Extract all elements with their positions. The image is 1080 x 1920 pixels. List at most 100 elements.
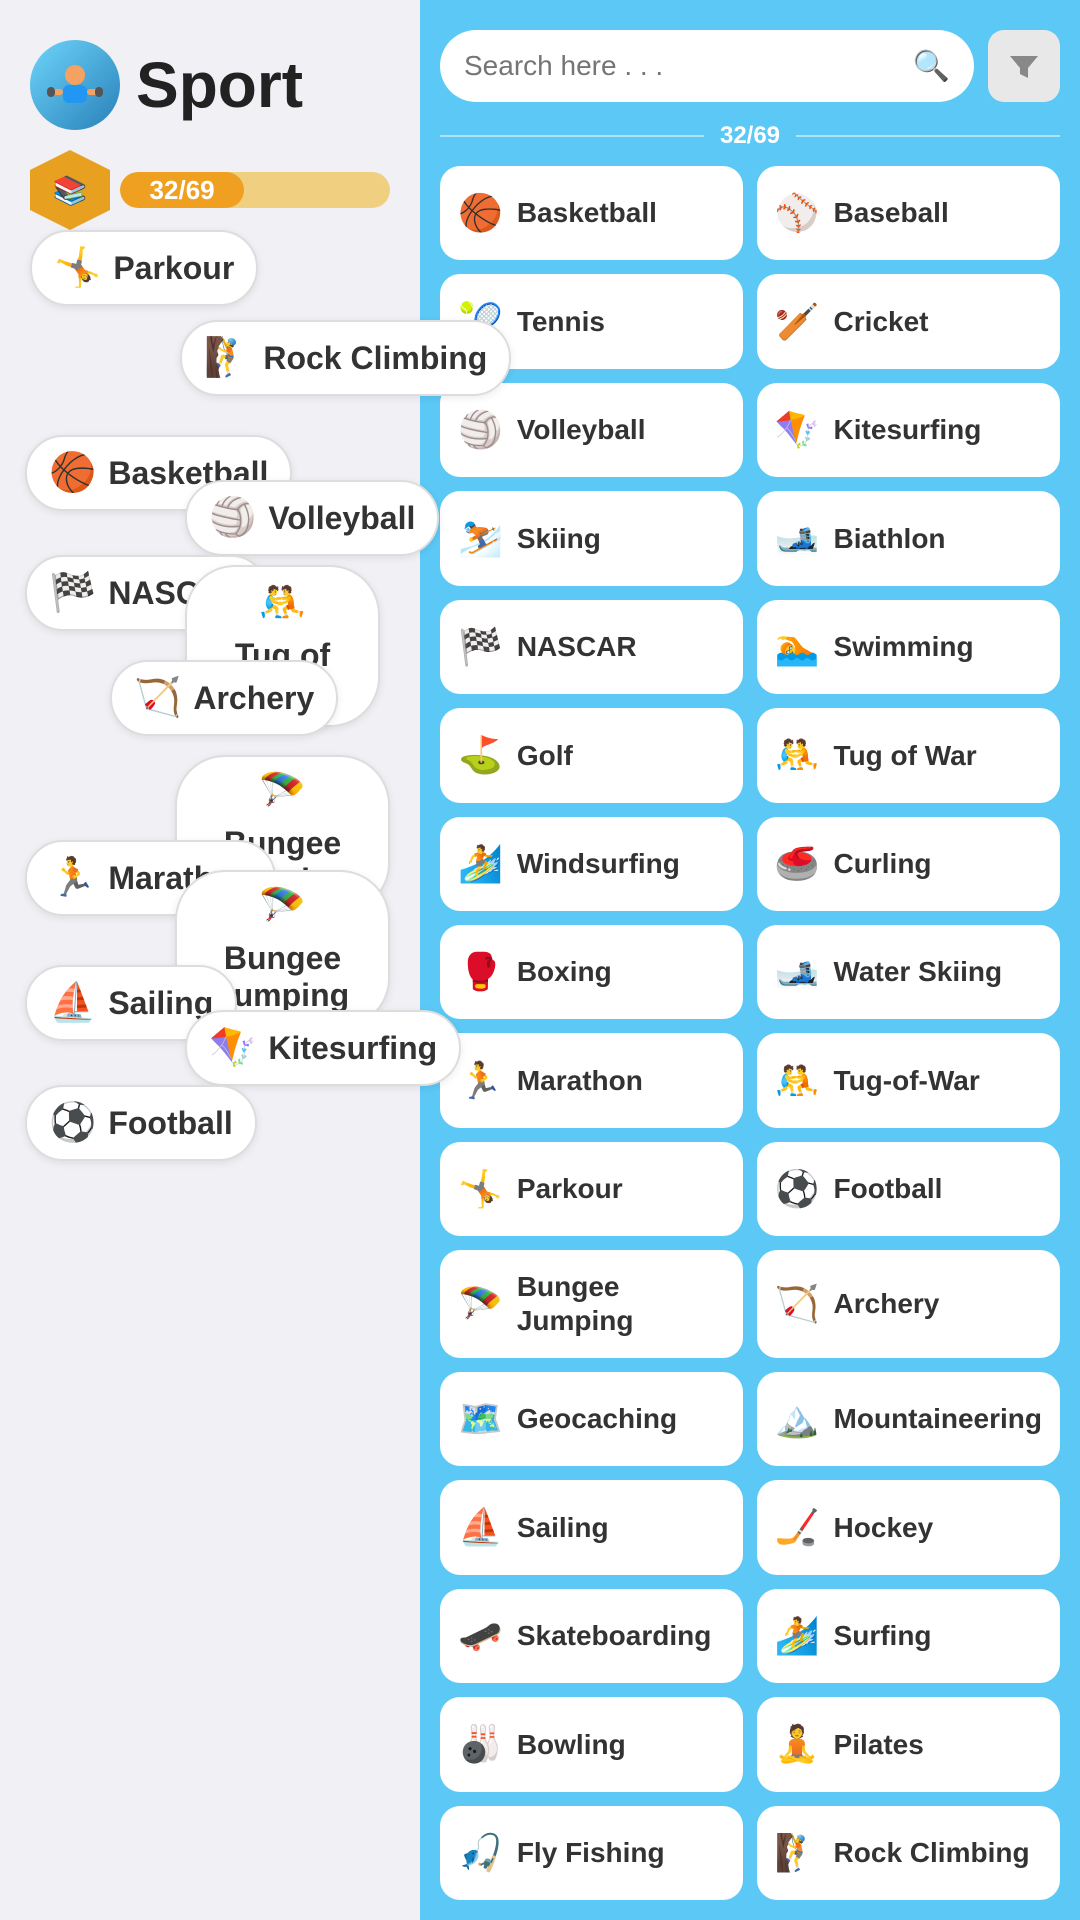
grid-item-cricket[interactable]: 🏏 Cricket [757,274,1060,368]
search-icon: 🔍 [913,49,950,84]
filter-button[interactable] [988,30,1060,102]
word-rock-climbing[interactable]: 🧗 Rock Climbing [180,320,511,396]
grid-item-mountaineering[interactable]: 🏔️ Mountaineering [757,1372,1060,1466]
grid-item-tug-of-war2[interactable]: 🤼 Tug-of-War [757,1033,1060,1127]
archery-label: Archery [834,1287,940,1321]
parkour-icon: 🤸 [54,246,101,290]
football-label: Football [834,1172,943,1206]
tug-of-war-icon: 🤼 [775,734,820,776]
bowling-icon: 🎳 [458,1723,503,1765]
cricket-label: Cricket [834,305,929,339]
rock-climbing-icon: 🧗 [204,336,251,380]
swimming-label: Swimming [834,630,974,664]
kitesurfing-label: Kitesurfing [834,413,982,447]
golf-icon: ⛳ [458,734,503,776]
grid-item-windsurfing[interactable]: 🏄 Windsurfing [440,817,743,911]
marathon-label: Marathon [517,1064,643,1098]
grid-item-basketball[interactable]: 🏀 Basketball [440,166,743,260]
count-line-left [440,135,704,137]
grid-item-sailing[interactable]: ⛵ Sailing [440,1480,743,1574]
grid-item-archery[interactable]: 🏹 Archery [757,1250,1060,1358]
grid-item-golf[interactable]: ⛳ Golf [440,708,743,802]
grid-item-marathon[interactable]: 🏃 Marathon [440,1033,743,1127]
sailing-icon: ⛵ [49,981,96,1025]
grid-item-tug-of-war[interactable]: 🤼 Tug of War [757,708,1060,802]
skiing-label: Skiing [517,522,601,556]
grid-item-fly-fishing[interactable]: 🎣 Fly Fishing [440,1806,743,1900]
parkour-icon: 🤸 [458,1168,503,1210]
grid-item-water-skiing[interactable]: 🎿 Water Skiing [757,925,1060,1019]
search-input-wrap[interactable]: 🔍 [440,30,974,102]
basketball-icon: 🏀 [49,451,96,495]
grid-item-boxing[interactable]: 🥊 Boxing [440,925,743,1019]
word-parkour[interactable]: 🤸 Parkour [30,230,258,306]
bungee-jumping2-icon: 🪂 [259,884,306,928]
right-panel: 🔍 32/69 🏀 Basketball ⚾ Baseball 🎾 Tennis… [420,0,1080,1920]
football-icon: ⚽ [49,1101,96,1145]
kitesurfing-icon: 🪁 [775,409,820,451]
biathlon-label: Biathlon [834,522,946,556]
bungee-jumping-icon: 🪂 [458,1283,503,1325]
windsurfing-label: Windsurfing [517,847,680,881]
grid-item-hockey[interactable]: 🏒 Hockey [757,1480,1060,1574]
tug-of-war2-label: Tug-of-War [834,1064,980,1098]
word-archery[interactable]: 🏹 Archery [110,660,338,736]
hockey-icon: 🏒 [775,1506,820,1548]
boxing-label: Boxing [517,955,612,989]
grid-item-parkour[interactable]: 🤸 Parkour [440,1142,743,1236]
grid-item-volleyball[interactable]: 🏐 Volleyball [440,383,743,477]
search-row: 🔍 [440,30,1060,102]
search-input[interactable] [464,50,901,82]
grid-item-bungee-jumping[interactable]: 🪂 Bungee Jumping [440,1250,743,1358]
rock-climbing-label: Rock Climbing [834,1836,1030,1870]
count-row: 32/69 [440,122,1060,150]
mountaineering-label: Mountaineering [834,1402,1042,1436]
grid-item-geocaching[interactable]: 🗺️ Geocaching [440,1372,743,1466]
word-volleyball[interactable]: 🏐 Volleyball [185,480,439,556]
football-icon: ⚽ [775,1168,820,1210]
grid-item-biathlon[interactable]: 🎿 Biathlon [757,491,1060,585]
water-skiing-icon: 🎿 [775,951,820,993]
tennis-label: Tennis [517,305,605,339]
windsurfing-icon: 🏄 [458,843,503,885]
grid-item-pilates[interactable]: 🧘 Pilates [757,1697,1060,1791]
nascar-icon: 🏁 [458,626,503,668]
sports-grid: 🏀 Basketball ⚾ Baseball 🎾 Tennis 🏏 Crick… [440,166,1060,1900]
count-line-right [796,135,1060,137]
grid-item-rock-climbing[interactable]: 🧗 Rock Climbing [757,1806,1060,1900]
geocaching-icon: 🗺️ [458,1398,503,1440]
volleyball-label: Volleyball [517,413,646,447]
grid-item-football[interactable]: ⚽ Football [757,1142,1060,1236]
water-skiing-label: Water Skiing [834,955,1003,989]
bungee-jumping1-icon: 🪂 [259,769,306,813]
rock-climbing-icon: 🧗 [775,1832,820,1874]
pilates-label: Pilates [834,1728,924,1762]
grid-item-skateboarding[interactable]: 🛹 Skateboarding [440,1589,743,1683]
grid-item-swimming[interactable]: 🏊 Swimming [757,600,1060,694]
basketball-icon: 🏀 [458,192,503,234]
pilates-icon: 🧘 [775,1723,820,1765]
grid-item-skiing[interactable]: ⛷️ Skiing [440,491,743,585]
grid-item-nascar[interactable]: 🏁 NASCAR [440,600,743,694]
word-football[interactable]: ⚽ Football [25,1085,257,1161]
grid-item-baseball[interactable]: ⚾ Baseball [757,166,1060,260]
baseball-label: Baseball [834,196,949,230]
grid-item-surfing[interactable]: 🏄 Surfing [757,1589,1060,1683]
word-kitesurfing[interactable]: 🪁 Kitesurfing [185,1010,461,1086]
grid-item-curling[interactable]: 🥌 Curling [757,817,1060,911]
hockey-label: Hockey [834,1511,934,1545]
kitesurfing-icon: 🪁 [209,1026,256,1070]
grid-item-kitesurfing[interactable]: 🪁 Kitesurfing [757,383,1060,477]
grid-item-bowling[interactable]: 🎳 Bowling [440,1697,743,1791]
progress-section: 📚 32/69 [30,150,390,230]
page-title: Sport [136,48,303,122]
basketball-label: Basketball [517,196,657,230]
skateboarding-icon: 🛹 [458,1615,503,1657]
skiing-icon: ⛷️ [458,517,503,559]
cricket-icon: 🏏 [775,301,820,343]
golf-label: Golf [517,739,573,773]
progress-bar: 32/69 [120,172,390,208]
volleyball-icon: 🏐 [209,496,256,540]
count-text: 32/69 [720,122,780,150]
baseball-icon: ⚾ [775,192,820,234]
